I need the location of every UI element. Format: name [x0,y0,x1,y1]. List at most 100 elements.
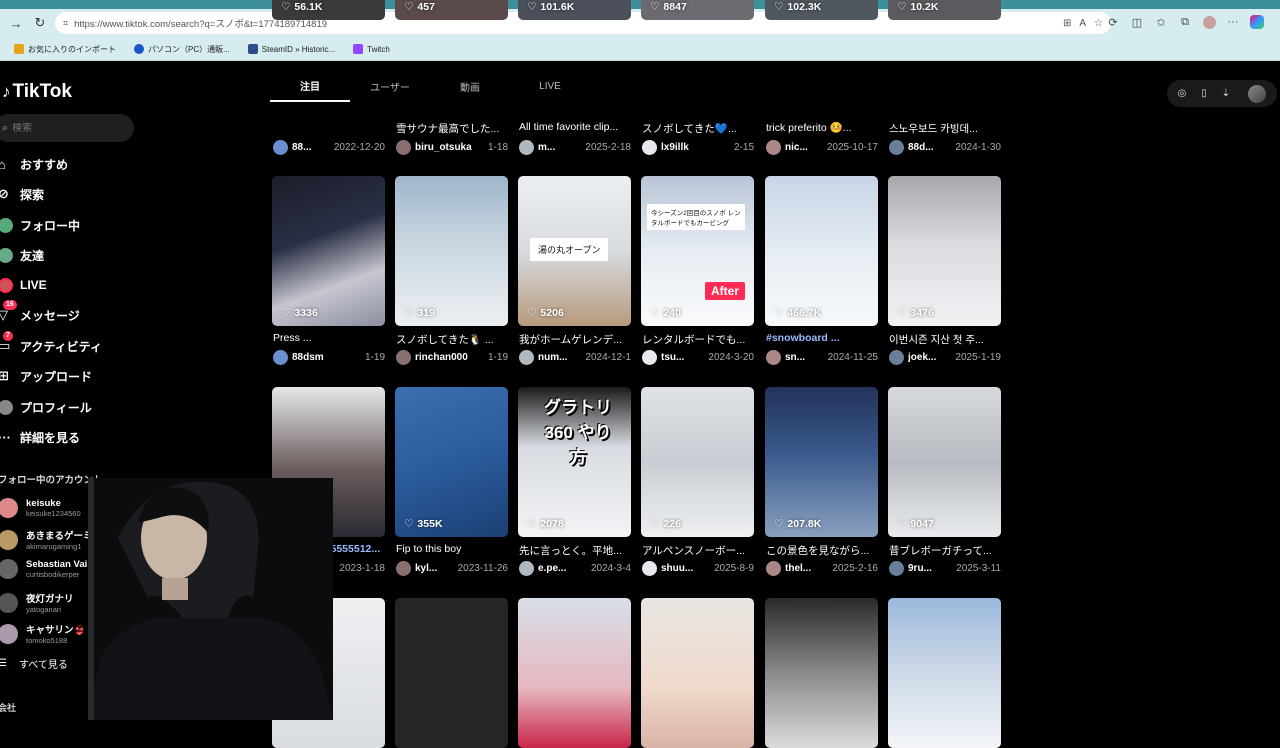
sidebar-item-friends[interactable]: 友達 [0,244,44,266]
video-thumbnail[interactable]: ♡ 355K [395,387,508,537]
menu-dots-icon[interactable]: ··· [1224,13,1242,31]
video-thumbnail[interactable] [641,598,754,748]
video-title[interactable]: 昔ブレボーガチって... [889,543,1001,558]
tab-users[interactable]: ユーザー [350,70,430,102]
username[interactable]: rinchan000 [415,352,468,363]
video-title[interactable]: スノボしてきた💙... [642,121,754,136]
video-thumbnail[interactable]: ♡ 8847 [641,0,754,20]
avatar[interactable] [519,561,534,576]
video-thumbnail[interactable] [395,598,508,748]
avatar[interactable] [642,561,657,576]
site-info-icon[interactable]: ⌗ [63,18,68,29]
video-thumbnail[interactable]: ♡ 3476 [888,176,1001,326]
avatar[interactable] [396,140,411,155]
username[interactable]: 88... [292,142,311,153]
username[interactable]: lx9illk [661,142,689,153]
user-avatar[interactable] [1248,84,1266,103]
avatar[interactable] [273,140,288,155]
avatar[interactable] [396,561,411,576]
video-thumbnail[interactable]: ♡ 10.2K [888,0,1001,20]
forward-icon[interactable]: → [6,13,26,33]
video-thumbnail[interactable]: ♡ 319 [395,176,508,326]
video-thumbnail[interactable] [888,598,1001,748]
username[interactable]: biru_otsuka [415,142,472,153]
sidebar-item-more[interactable]: ···詳細を見る [0,426,80,448]
video-thumbnail[interactable]: ♡ 101.6K [518,0,631,20]
video-thumbnail[interactable]: ♡ 102.3K [765,0,878,20]
sidebar-item-activity[interactable]: ▭ 7 アクティビティ [0,331,102,357]
extensions-icon[interactable]: ⟳ [1104,13,1122,31]
username[interactable]: 88d... [908,142,934,153]
bookmark-item[interactable]: お気に入りのインポート [14,44,116,55]
following-account[interactable]: keisuke keisuke1234560 [0,498,81,518]
video-thumbnail[interactable]: 今シーズン2回目のスノボ レンタルボードでもカービング After ♡ 240 [641,176,754,326]
video-thumbnail[interactable]: 湯の丸オープン ♡ 5206 [518,176,631,326]
video-thumbnail[interactable] [518,598,631,748]
username[interactable]: thel... [785,563,811,574]
username[interactable]: 9ru... [908,563,932,574]
tiktok-logo[interactable]: ♪ TikTok [2,81,72,103]
sidebar-item-upload[interactable]: ⊞ アップロード [0,365,92,387]
reader-icon[interactable]: A [1079,18,1086,29]
username[interactable]: tsu... [661,352,684,363]
avatar[interactable] [889,140,904,155]
sidebar-item-live[interactable]: LIVE [0,274,47,296]
video-thumbnail[interactable]: ♡ 3336 [272,176,385,326]
search-box[interactable]: ⌕ [0,114,134,142]
avatar[interactable] [766,561,781,576]
video-title[interactable]: Fip to this boy [396,543,508,555]
split-screen-icon[interactable]: ◫ [1128,13,1146,31]
video-title[interactable]: 이번시즌 지산 첫 주... [889,332,1001,347]
avatar[interactable] [642,140,657,155]
tab-live[interactable]: LIVE [510,70,590,102]
sidebar-item-profile[interactable]: プロフィール [0,396,92,418]
username[interactable]: sn... [785,352,805,363]
tab-videos[interactable]: 動画 [430,70,510,102]
avatar[interactable] [642,350,657,365]
reload-icon[interactable]: ↻ [30,13,50,33]
bookmark-item[interactable]: Twitch [353,44,390,54]
video-title[interactable]: 先に言っとく。平地... [519,543,631,558]
sidebar-item-following[interactable]: フォロー中 [0,214,80,236]
video-title[interactable]: スノボしてきた🐧 ... [396,332,508,347]
avatar[interactable] [519,140,534,155]
video-thumbnail[interactable]: ♡ 466.7K [765,176,878,326]
search-input[interactable] [12,122,113,134]
video-thumbnail[interactable]: ♡ 56.1K [272,0,385,20]
avatar[interactable] [273,350,288,365]
username[interactable]: 88dsm [292,352,324,363]
video-thumbnail[interactable]: ♡ 457 [395,0,508,20]
video-thumbnail[interactable]: ♡ 226 [641,387,754,537]
video-title[interactable]: レンタルボードでも... [642,332,754,347]
following-account[interactable]: キャサリン👙ト tomoko5188 [0,622,95,645]
video-thumbnail[interactable]: ♡ 207.8K [765,387,878,537]
phone-icon[interactable]: ▯ [1198,88,1210,99]
video-title[interactable]: Press ... [273,332,385,344]
video-thumbnail[interactable]: Taking a the ramp [765,598,878,748]
avatar[interactable] [766,350,781,365]
bookmark-item[interactable]: パソコン（PC）通販... [134,44,230,55]
video-title[interactable]: アルペンスノーボー... [642,543,754,558]
copilot-icon[interactable] [1248,13,1266,31]
avatar[interactable] [766,140,781,155]
following-account[interactable]: Sebastian Vai curtisbodikerper [0,559,87,579]
video-title[interactable]: All time favorite clip... [519,121,631,133]
avatar[interactable] [396,350,411,365]
avatar[interactable] [889,561,904,576]
favorite-star-icon[interactable]: ☆ [1094,18,1103,29]
translate-icon[interactable]: ⊞ [1063,18,1071,29]
username[interactable]: joek... [908,352,936,363]
see-all-link[interactable]: ☰ すべて見る [0,656,68,671]
video-thumbnail[interactable]: ♡ 9047 [888,387,1001,537]
sidebar-item-foryou[interactable]: ⌂ おすすめ [0,153,68,175]
sidebar-item-messages[interactable]: ▽ 16 メッセージ [0,300,80,326]
video-title[interactable]: trick preferito 🤒... [766,121,878,134]
username[interactable]: nic... [785,142,808,153]
collections-icon[interactable]: ⧉ [1176,13,1194,31]
avatar[interactable] [519,350,534,365]
profile-avatar-icon[interactable] [1200,13,1218,31]
download-icon[interactable]: ⇣ [1220,88,1232,99]
username[interactable]: kyl... [415,563,437,574]
bookmark-item[interactable]: SteamID » Historic... [247,44,335,54]
username[interactable]: m... [538,142,555,153]
